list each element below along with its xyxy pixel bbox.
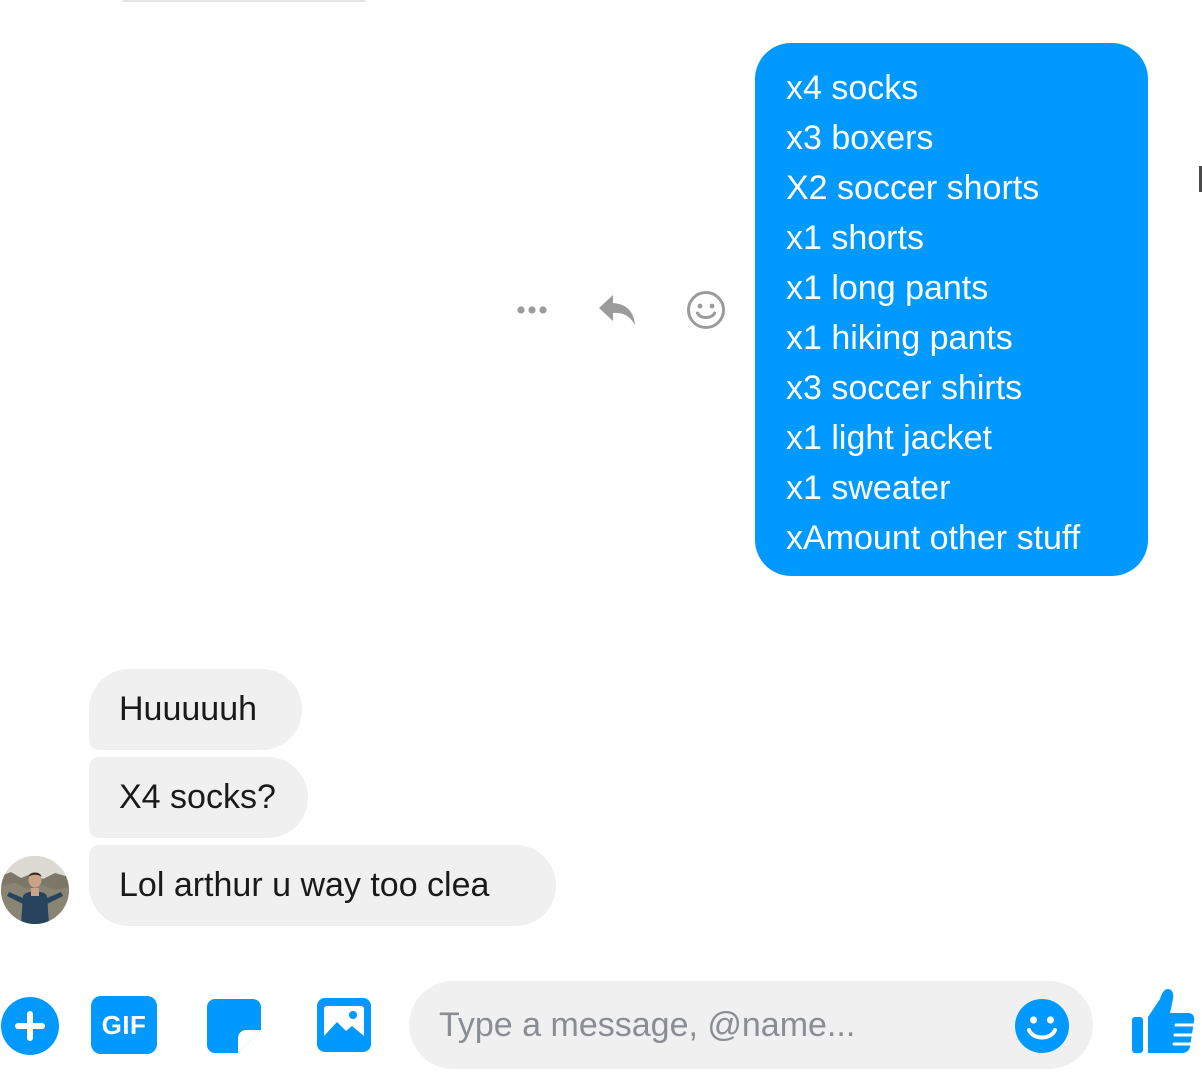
react-emoji-icon[interactable] [682,286,730,334]
incoming-message-bubble[interactable]: Lol arthur u way too clea [89,845,556,926]
gif-icon[interactable]: GIF [91,996,157,1054]
message-line: x1 hiking pants [786,319,1013,357]
more-options-icon[interactable] [508,286,556,334]
message-line: xAmount other stuff [786,519,1081,557]
message-line: x3 soccer shirts [786,369,1023,407]
image-icon[interactable] [315,996,373,1054]
message-line: x1 shorts [786,219,924,257]
message-line: x3 boxers [786,119,934,157]
messenger-conversation: x4 socks x3 boxers X2 soccer shorts x1 s… [0,0,1202,1074]
message-actions [500,286,740,334]
message-line: x1 sweater [786,469,951,507]
outgoing-message-bubble[interactable]: x4 socks x3 boxers X2 soccer shorts x1 s… [755,43,1148,576]
add-icon[interactable] [0,996,60,1056]
avatar[interactable] [1,856,69,924]
incoming-message-bubble[interactable]: Huuuuuh [89,669,302,750]
message-line: X2 soccer shorts [786,169,1040,207]
message-input[interactable] [439,981,999,1069]
emoji-icon[interactable] [1013,997,1071,1055]
message-composer [409,981,1093,1069]
reply-icon[interactable] [594,286,642,334]
gif-label: GIF [101,1009,147,1040]
message-line: x1 long pants [786,269,989,307]
message-line: x4 socks [786,69,919,107]
thumbs-up-icon[interactable] [1130,987,1196,1055]
message-text: X4 socks? [119,778,276,816]
previous-message-edge [122,0,366,2]
sticker-icon[interactable] [205,997,263,1055]
message-text: Huuuuuh [119,690,258,728]
message-line: x1 light jacket [786,419,992,457]
message-text: Lol arthur u way too clea [119,866,490,904]
incoming-message-bubble[interactable]: X4 socks? [89,757,308,838]
